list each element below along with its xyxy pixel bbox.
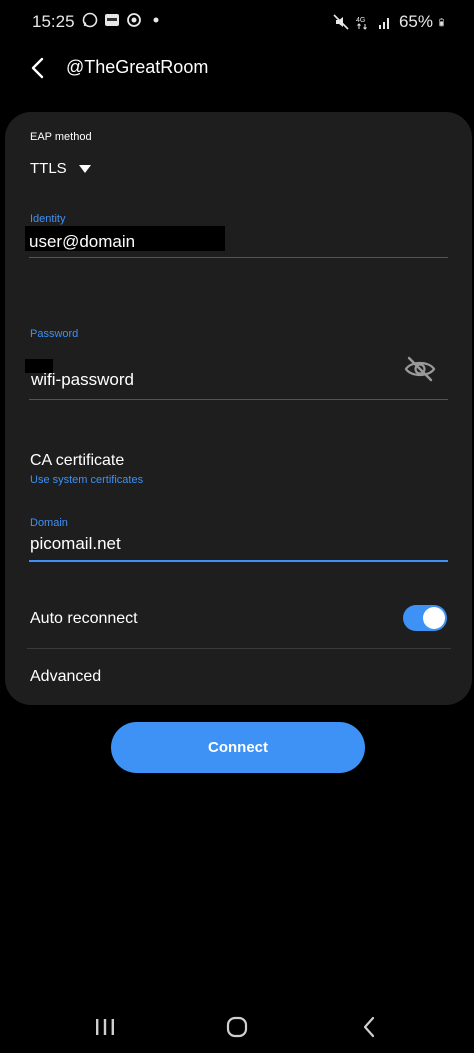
eap-method-value: TTLS bbox=[30, 160, 67, 177]
settings-card: EAP method TTLS Identity user@domain Pas… bbox=[5, 112, 472, 705]
whatsapp-icon bbox=[82, 12, 98, 28]
domain-underline bbox=[29, 560, 448, 562]
back-button[interactable] bbox=[24, 54, 52, 82]
password-visibility-toggle[interactable] bbox=[403, 352, 437, 386]
status-time: 15:25 bbox=[32, 12, 75, 31]
ca-certificate-value: Use system certificates bbox=[30, 474, 144, 486]
divider bbox=[27, 648, 451, 649]
identity-input[interactable]: user@domain bbox=[29, 232, 135, 252]
password-underline bbox=[29, 399, 448, 400]
auto-reconnect-label: Auto reconnect bbox=[30, 610, 138, 627]
nav-back-button[interactable] bbox=[355, 1014, 385, 1040]
password-label: Password bbox=[30, 328, 79, 340]
page-title: @TheGreatRoom bbox=[66, 57, 209, 77]
wifi-eap-settings-screen: 15:25 4G 65% @TheGreatRoom EAP method TT… bbox=[0, 0, 474, 1053]
domain-input[interactable]: picomail.net bbox=[30, 534, 121, 554]
ca-certificate-row[interactable]: CA certificate Use system certificates bbox=[5, 442, 472, 492]
sync-icon bbox=[127, 13, 141, 27]
auto-reconnect-toggle[interactable] bbox=[403, 605, 447, 631]
advanced-label: Advanced bbox=[30, 668, 102, 685]
lte-icon: 4G bbox=[356, 17, 367, 30]
signal-icon bbox=[378, 18, 389, 29]
recent-apps-icon bbox=[96, 1019, 114, 1035]
notification-icons bbox=[82, 12, 164, 28]
system-nav-bar bbox=[0, 1000, 474, 1053]
identity-label: Identity bbox=[30, 213, 66, 225]
app-notification-icon bbox=[105, 14, 119, 26]
battery-percentage: 65% bbox=[398, 12, 433, 31]
identity-underline bbox=[29, 257, 448, 258]
eap-method-dropdown[interactable]: TTLS bbox=[30, 160, 91, 177]
recent-apps-button[interactable] bbox=[90, 1014, 120, 1040]
back-icon bbox=[363, 1016, 375, 1038]
home-icon bbox=[226, 1016, 248, 1038]
connect-button[interactable]: Connect bbox=[111, 722, 365, 773]
advanced-row[interactable]: Advanced bbox=[5, 662, 472, 694]
status-bar: 15:25 4G 65% bbox=[0, 0, 474, 42]
domain-label: Domain bbox=[30, 517, 68, 529]
auto-reconnect-row[interactable]: Auto reconnect bbox=[5, 602, 472, 636]
dot-icon bbox=[153, 17, 159, 23]
toggle-knob bbox=[423, 607, 445, 629]
system-status-icons: 4G 65% bbox=[333, 12, 448, 32]
dropdown-arrow-icon bbox=[78, 164, 91, 173]
ca-certificate-title: CA certificate bbox=[30, 452, 125, 469]
app-header: @TheGreatRoom bbox=[0, 48, 474, 88]
chevron-left-icon bbox=[31, 57, 44, 79]
svg-text:4G: 4G bbox=[356, 17, 365, 24]
mute-icon bbox=[333, 14, 349, 30]
eye-off-icon bbox=[404, 356, 436, 382]
eap-method-label: EAP method bbox=[30, 131, 92, 143]
password-input[interactable]: wifi-password bbox=[31, 370, 134, 390]
home-button[interactable] bbox=[222, 1014, 252, 1040]
battery-icon bbox=[439, 18, 444, 27]
